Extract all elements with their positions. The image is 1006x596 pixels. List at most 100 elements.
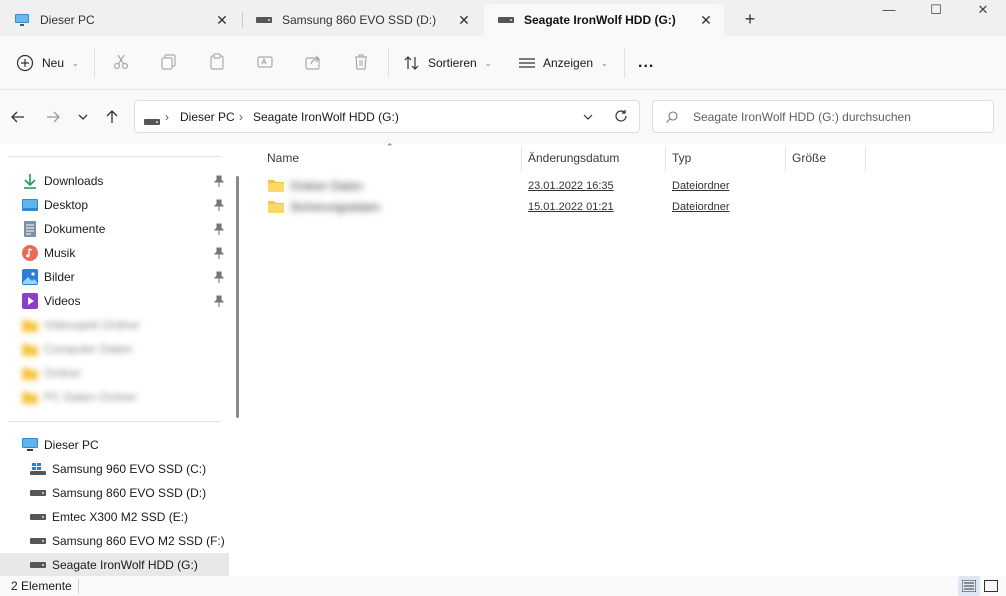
more-label: ... (638, 54, 655, 71)
sidebar-item-dokumente[interactable]: Dokumente (0, 217, 229, 241)
maximize-button[interactable]: ☐ (913, 0, 959, 20)
details-view-button[interactable] (958, 576, 980, 596)
sidebar-item-label: Desktop (44, 198, 89, 212)
back-button[interactable] (7, 106, 29, 128)
sidebar-item-musik[interactable]: Musik (0, 241, 229, 265)
music-icon (22, 245, 38, 261)
file-date: 23.01.2022 16:35 (528, 180, 614, 192)
pin-icon[interactable] (213, 247, 225, 259)
sidebar-item-label: Emtec X300 M2 SSD (E:) (52, 510, 189, 524)
file-row[interactable]: Ordner Daten 23.01.2022 16:35 Dateiordne… (264, 176, 984, 197)
sidebar-item-folder[interactable]: Ordner (0, 361, 229, 385)
column-divider[interactable] (865, 146, 866, 172)
tiles-view-button[interactable] (980, 576, 1002, 596)
sort-button[interactable]: Sortieren ⌄ (403, 48, 491, 78)
sidebar-scrollbar[interactable] (236, 176, 239, 418)
sidebar-item-label: Dieser PC (44, 438, 99, 452)
pictures-icon (22, 269, 38, 285)
pin-icon[interactable] (213, 271, 225, 283)
divider (8, 156, 221, 157)
search-input[interactable]: Seagate IronWolf HDD (G:) durchsuchen (652, 100, 994, 133)
sidebar-item-downloads[interactable]: Downloads (0, 169, 229, 193)
sidebar-item-drive-d[interactable]: Samsung 860 EVO SSD (D:) (0, 481, 229, 505)
new-tab-button[interactable]: + (740, 9, 760, 29)
sort-label: Sortieren (428, 56, 477, 70)
drive-icon (498, 12, 514, 28)
sidebar-item-folder[interactable]: Videospiel Ordner (0, 313, 229, 337)
sidebar-item-bilder[interactable]: Bilder (0, 265, 229, 289)
close-window-button[interactable]: ✕ (960, 0, 1006, 20)
sidebar-item-drive-g[interactable]: Seagate IronWolf HDD (G:) (0, 553, 229, 577)
sidebar-item-dieser-pc[interactable]: Dieser PC (0, 433, 229, 457)
sidebar-item-label: Downloads (44, 174, 104, 188)
more-options-button[interactable]: ... (638, 48, 654, 78)
divider (78, 579, 79, 593)
tab-seagate-ironwolf[interactable]: Seagate IronWolf HDD (G:) ✕ (484, 4, 724, 36)
share-icon[interactable] (303, 52, 323, 72)
copy-icon[interactable] (159, 52, 179, 72)
sidebar-item-folder[interactable]: Computer Daten (0, 337, 229, 361)
address-bar[interactable]: › Dieser PC › Seagate IronWolf HDD (G:) (134, 100, 640, 133)
recent-locations-button[interactable] (72, 106, 94, 128)
view-button[interactable]: Anzeigen ⌄ (518, 48, 608, 78)
search-placeholder: Seagate IronWolf HDD (G:) durchsuchen (693, 110, 911, 124)
chevron-down-icon[interactable] (582, 111, 594, 126)
pin-icon[interactable] (213, 223, 225, 235)
details-view-icon (962, 580, 976, 592)
sidebar-item-label: Samsung 960 EVO SSD (C:) (52, 462, 207, 476)
pin-icon[interactable] (213, 175, 225, 187)
column-divider[interactable] (665, 146, 666, 172)
sidebar-item-drive-c[interactable]: Samsung 960 EVO SSD (C:) (0, 457, 229, 481)
minimize-button[interactable]: — (866, 0, 912, 20)
sidebar-item-drive-f[interactable]: Samsung 860 EVO M2 SSD (F:) (0, 529, 229, 553)
folder-icon (22, 317, 38, 333)
desktop-icon (22, 197, 38, 213)
chevron-down-icon (78, 114, 88, 120)
column-header-type[interactable]: Typ (672, 151, 691, 165)
videos-icon (22, 293, 38, 309)
sidebar-item-label: Dokumente (44, 222, 106, 236)
column-header-name[interactable]: Name (267, 151, 299, 165)
close-icon[interactable]: ✕ (214, 12, 230, 28)
drive-icon (30, 533, 46, 549)
divider (624, 48, 625, 78)
tab-label: Dieser PC (40, 13, 95, 27)
pin-icon[interactable] (213, 295, 225, 307)
column-divider[interactable] (785, 146, 786, 172)
arrow-up-icon (106, 110, 118, 123)
sidebar-item-drive-e[interactable]: Emtec X300 M2 SSD (E:) (0, 505, 229, 529)
delete-icon[interactable] (351, 52, 371, 72)
rename-icon[interactable] (255, 52, 275, 72)
drive-icon (30, 485, 46, 501)
arrow-right-icon (47, 111, 60, 123)
breadcrumb-separator[interactable]: › (239, 110, 243, 124)
new-button[interactable]: Neu ⌄ (16, 48, 79, 78)
pin-icon[interactable] (213, 199, 225, 211)
forward-button[interactable] (42, 106, 64, 128)
chevron-down-icon: ⌄ (72, 58, 79, 68)
breadcrumb-separator[interactable]: › (165, 110, 169, 124)
sidebar-item-desktop[interactable]: Desktop (0, 193, 229, 217)
close-icon[interactable]: ✕ (456, 12, 472, 28)
windows-drive-icon (30, 461, 46, 477)
sidebar-item-videos[interactable]: Videos (0, 289, 229, 313)
breadcrumb-current-drive[interactable]: Seagate IronWolf HDD (G:) (253, 110, 399, 124)
breadcrumb-dieser-pc[interactable]: Dieser PC (180, 110, 235, 124)
up-button[interactable] (101, 106, 123, 128)
cut-icon[interactable] (111, 52, 131, 72)
refresh-icon[interactable] (614, 109, 628, 126)
sidebar-item-folder[interactable]: PC Daten Ordner (0, 385, 229, 409)
sidebar-item-label: PC Daten Ordner (44, 390, 137, 404)
drive-icon (30, 509, 46, 525)
tab-dieser-pc[interactable]: Dieser PC ✕ (0, 4, 240, 36)
sort-ascending-icon: ⌃ (386, 142, 394, 152)
paste-icon[interactable] (207, 52, 227, 72)
tab-samsung-860[interactable]: Samsung 860 EVO SSD (D:) ✕ (242, 4, 482, 36)
sidebar-item-label: Videospiel Ordner (44, 318, 140, 332)
file-row[interactable]: Sicherungsdaten 15.01.2022 01:21 Dateior… (264, 197, 984, 218)
column-header-date[interactable]: Änderungsdatum (528, 151, 619, 165)
column-divider[interactable] (521, 146, 522, 172)
close-icon[interactable]: ✕ (698, 12, 714, 28)
column-header-size[interactable]: Größe (792, 151, 826, 165)
sidebar-item-label: Computer Daten (44, 342, 133, 356)
